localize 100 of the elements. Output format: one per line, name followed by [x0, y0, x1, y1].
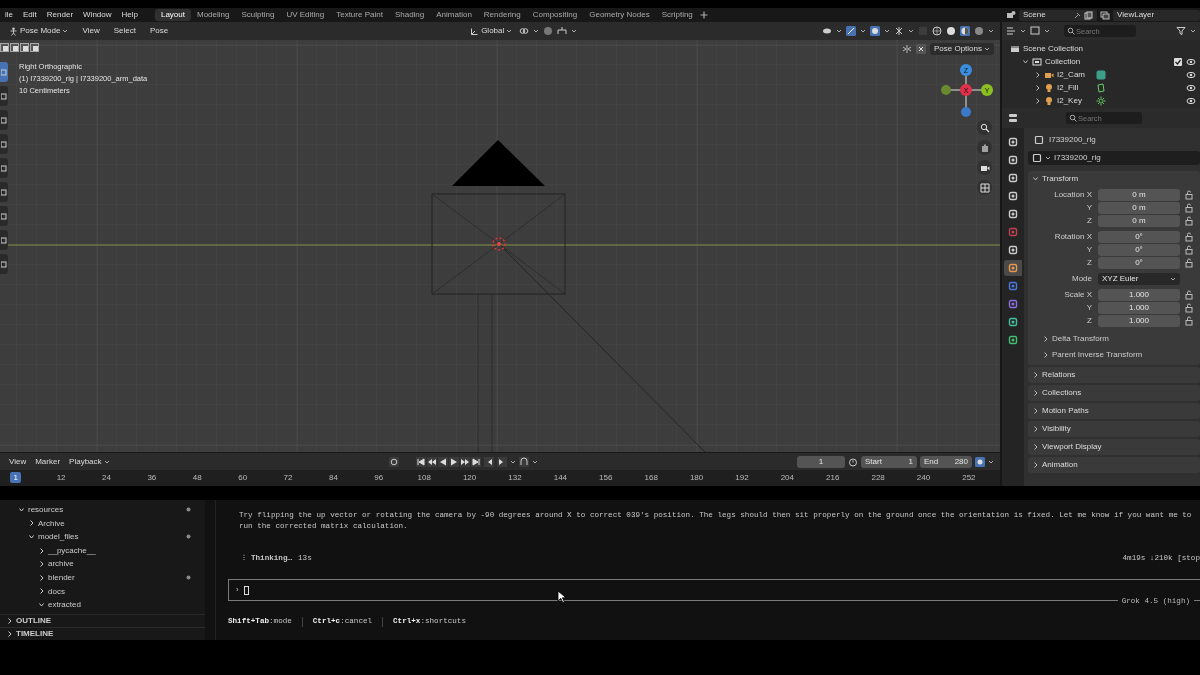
menu-item[interactable]: View — [6, 455, 30, 468]
workspace-tab[interactable]: Modeling — [191, 9, 236, 21]
orientation-dropdown[interactable]: Global — [467, 25, 516, 37]
filter-icon[interactable] — [1176, 26, 1186, 36]
play-icon[interactable] — [448, 456, 459, 467]
number-field[interactable]: 0° — [1098, 257, 1180, 269]
selection-mode-icon[interactable] — [20, 43, 29, 52]
folder-item[interactable]: Archive — [0, 516, 205, 531]
previous-marker-icon[interactable] — [483, 456, 494, 467]
lock-icon[interactable] — [1184, 290, 1194, 300]
jump-start-icon[interactable] — [415, 456, 426, 467]
view-layer-selector[interactable]: ViewLayer — [1113, 9, 1200, 21]
overlay-toggle-icon[interactable] — [870, 26, 880, 36]
lock-icon[interactable] — [1184, 245, 1194, 255]
outliner-item[interactable]: I2_Key — [1002, 94, 1200, 107]
stopwatch-icon[interactable] — [848, 456, 858, 467]
number-field[interactable]: 0 m — [1098, 202, 1180, 214]
object-selector[interactable]: I7339200_rig — [1028, 151, 1200, 165]
panel-header[interactable]: Viewport Display — [1028, 439, 1200, 455]
snap-icon[interactable] — [557, 26, 568, 36]
lock-icon[interactable] — [1184, 232, 1194, 242]
folder-item[interactable]: __pycache__ — [0, 543, 205, 558]
workspace-tab[interactable]: Layout — [154, 9, 191, 21]
folder-item[interactable]: model_files — [0, 530, 205, 544]
folder-item[interactable]: blender — [0, 570, 205, 585]
grid-icon[interactable] — [979, 182, 990, 193]
menu-item[interactable]: Render — [41, 10, 79, 20]
wireframe-shading-icon[interactable] — [932, 26, 942, 36]
next-keyframe-icon[interactable] — [459, 456, 470, 467]
properties-tab[interactable] — [1004, 260, 1022, 276]
panel-header[interactable]: Collections — [1028, 385, 1200, 401]
keying-icon[interactable] — [518, 456, 529, 467]
number-field[interactable]: 0 m — [1098, 215, 1180, 227]
workspace-tab[interactable]: Compositing — [526, 9, 584, 21]
workspace-tab[interactable]: Sculpting — [235, 9, 281, 21]
frame-field[interactable]: 1 — [797, 455, 845, 468]
menu-item[interactable]: Help — [116, 10, 143, 20]
sun-icon[interactable] — [1096, 95, 1106, 106]
menu-item[interactable]: View — [79, 25, 103, 37]
number-field[interactable]: 1.000 — [1098, 289, 1180, 301]
hand-icon[interactable] — [979, 142, 990, 153]
lock-icon[interactable] — [1184, 303, 1194, 313]
camera-data-icon[interactable] — [1096, 69, 1106, 80]
workspace-tab[interactable]: Geometry Nodes — [583, 9, 656, 21]
workspace-tab[interactable]: Texture Paint — [330, 9, 389, 21]
mirror-icon[interactable] — [901, 43, 912, 54]
area-light-icon[interactable] — [1096, 82, 1106, 93]
outliner-item[interactable]: Collection — [1002, 55, 1200, 68]
record-icon[interactable] — [388, 456, 399, 467]
section-header[interactable]: OUTLINE — [0, 614, 205, 627]
panel-header[interactable]: Transform — [1028, 171, 1200, 187]
workspace-tab[interactable]: Animation — [430, 9, 478, 21]
copy-icon[interactable] — [1084, 10, 1093, 20]
workspace-tab[interactable]: Scripting — [655, 9, 699, 21]
lock-icon[interactable] — [1184, 316, 1194, 326]
auto-keying-icon[interactable] — [975, 456, 985, 467]
jump-end-icon[interactable] — [470, 456, 481, 467]
gizmo-toggle-icon[interactable] — [846, 26, 856, 36]
menu-item[interactable]: Select — [110, 25, 139, 37]
lock-icon[interactable] — [1184, 190, 1194, 200]
eye-icon[interactable] — [1186, 82, 1196, 93]
link-icon[interactable] — [519, 26, 530, 36]
subpanel-header[interactable]: Parent Inverse Transform — [1028, 347, 1200, 363]
solid-shading-icon[interactable] — [946, 26, 956, 36]
mode-dropdown[interactable]: Pose Mode — [6, 25, 72, 37]
outliner-item[interactable]: I2_Cam — [1002, 68, 1200, 81]
folder-item[interactable]: extracted — [0, 598, 205, 612]
mode-dropdown[interactable]: XYZ Euler — [1098, 273, 1180, 285]
eye-icon[interactable] — [1186, 69, 1196, 80]
number-field[interactable]: 0° — [1098, 244, 1180, 256]
menu-item[interactable]: Window — [78, 10, 117, 20]
workspace-tab[interactable]: Rendering — [477, 9, 527, 21]
menu-item[interactable]: Pose — [146, 25, 172, 37]
panel-header[interactable]: Relations — [1028, 367, 1200, 383]
selection-mode-icon[interactable] — [0, 43, 9, 52]
selection-mode-icon[interactable] — [10, 43, 19, 52]
selection-mode-icon[interactable] — [30, 43, 39, 52]
outliner-item[interactable]: Scene Collection — [1002, 42, 1200, 55]
visibility-icon[interactable] — [822, 26, 832, 36]
close-icon[interactable] — [915, 43, 926, 54]
bone-pose-icon[interactable] — [894, 26, 904, 36]
folder-item[interactable]: resources — [0, 503, 205, 517]
add-icon[interactable] — [698, 10, 709, 20]
number-field[interactable]: 0° — [1098, 231, 1180, 243]
menu-item[interactable]: ile — [0, 10, 18, 20]
rendered-shading-icon[interactable] — [974, 26, 984, 36]
panel-header[interactable]: Motion Paths — [1028, 403, 1200, 419]
folder-item[interactable]: docs — [0, 584, 205, 599]
menu-item[interactable]: Marker — [32, 455, 64, 468]
menu-item[interactable]: Playback — [66, 455, 113, 468]
folder-item[interactable]: archive — [0, 557, 205, 571]
material-shading-icon[interactable] — [960, 26, 970, 36]
eye-icon[interactable] — [1186, 56, 1196, 67]
eye-icon[interactable] — [1186, 95, 1196, 106]
start-frame-field[interactable]: Start 1 — [861, 455, 917, 468]
number-field[interactable]: 1.000 — [1098, 315, 1180, 327]
play-reverse-icon[interactable] — [437, 456, 448, 467]
workspace-tab[interactable]: UV Editing — [280, 9, 331, 21]
number-field[interactable]: 0 m — [1098, 189, 1180, 201]
display-mode-icon[interactable] — [1030, 26, 1040, 36]
